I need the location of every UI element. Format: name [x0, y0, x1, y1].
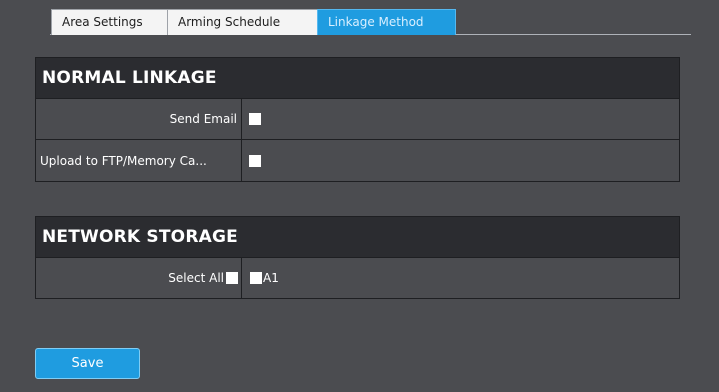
tab-linkage-method[interactable]: Linkage Method	[317, 9, 456, 35]
tab-arming-schedule[interactable]: Arming Schedule	[167, 9, 318, 35]
send-email-checkbox[interactable]	[249, 113, 261, 125]
send-email-label: Send Email	[36, 99, 242, 139]
send-email-row: Send Email	[36, 99, 679, 140]
tab-bar: Area Settings Arming Schedule Linkage Me…	[51, 9, 456, 35]
channel-a1-label: A1	[263, 271, 279, 285]
network-storage-title: NETWORK STORAGE	[36, 217, 679, 258]
select-all-label: Select All	[168, 271, 224, 285]
upload-ftp-value-cell	[242, 140, 679, 181]
upload-ftp-checkbox[interactable]	[249, 154, 261, 167]
normal-linkage-section: NORMAL LINKAGE Send Email Upload to FTP/…	[35, 57, 680, 182]
select-all-checkbox[interactable]	[226, 272, 238, 284]
select-all-row: Select All A1	[36, 258, 679, 298]
network-storage-section: NETWORK STORAGE Select All A1	[35, 216, 680, 299]
send-email-value-cell	[242, 99, 679, 139]
channel-list: A1	[242, 258, 679, 298]
upload-ftp-row: Upload to FTP/Memory Ca...	[36, 140, 679, 181]
select-all-cell: Select All	[36, 258, 242, 298]
normal-linkage-title: NORMAL LINKAGE	[36, 58, 679, 99]
tab-area-settings[interactable]: Area Settings	[51, 9, 168, 35]
upload-ftp-label: Upload to FTP/Memory Ca...	[36, 140, 242, 181]
channel-a1-checkbox[interactable]	[250, 272, 262, 284]
save-button[interactable]: Save	[35, 348, 140, 379]
